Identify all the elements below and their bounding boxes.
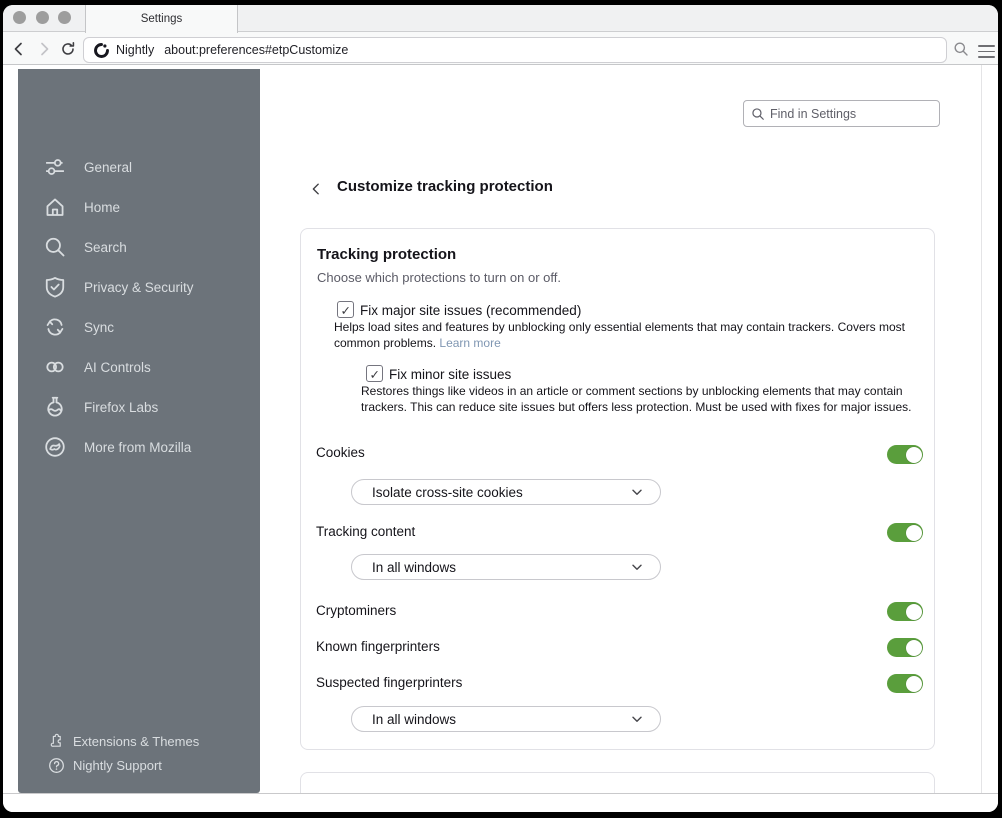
learn-more-link[interactable]: Learn more: [439, 336, 500, 350]
cookies-dropdown[interactable]: Isolate cross-site cookies: [351, 479, 661, 505]
cookies-dropdown-value: Isolate cross-site cookies: [372, 484, 523, 500]
identity-label: Nightly: [116, 43, 155, 57]
sidebar-item-firefox-labs[interactable]: Firefox Labs: [18, 387, 260, 427]
question-icon: [49, 757, 64, 773]
suspected-fingerprinters-dropdown[interactable]: In all windows: [351, 706, 661, 732]
zoom-window-button[interactable]: [58, 11, 71, 24]
url-bar[interactable]: Nightly about:preferences#etpCustomize: [83, 37, 947, 63]
known-fingerprinters-label: Known fingerprinters: [316, 639, 440, 654]
chevron-down-icon: [632, 564, 642, 570]
settings-page: General Home Search Privacy & Security S: [3, 65, 998, 812]
fix-minor-site-issues-checkbox[interactable]: [366, 365, 383, 382]
sidebar-item-label: More from Mozilla: [84, 439, 192, 455]
suspected-fingerprinters-label: Suspected fingerprinters: [316, 675, 463, 690]
next-section-card: [300, 772, 935, 793]
globe-icon: [45, 437, 65, 457]
known-fingerprinters-toggle[interactable]: [887, 638, 923, 657]
cryptominers-toggle[interactable]: [887, 602, 923, 621]
sidebar-item-privacy-security[interactable]: Privacy & Security: [18, 267, 260, 307]
page-title: Customize tracking protection: [337, 178, 553, 195]
tracking-protection-card: Tracking protection Choose which protect…: [300, 228, 935, 750]
sidebar-item-label: Home: [84, 199, 121, 215]
browser-window: Settings Nightly about:preferences#etpCu…: [3, 5, 998, 812]
fix-minor-description: Restores things like videos in an articl…: [361, 384, 912, 414]
sidebar-item-label: AI Controls: [84, 359, 151, 375]
sidebar-item-nightly-support[interactable]: Nightly Support: [18, 753, 260, 777]
tracking-content-dropdown-value: In all windows: [372, 559, 457, 575]
tracking-content-dropdown[interactable]: In all windows: [351, 554, 661, 580]
chevron-down-icon: [632, 489, 642, 495]
find-search-icon: [752, 107, 764, 120]
sidebar-item-label: Firefox Labs: [84, 399, 159, 415]
sidebar-item-label: Extensions & Themes: [73, 733, 200, 749]
sidebar-item-label: Privacy & Security: [84, 279, 194, 295]
card-heading: Tracking protection: [317, 246, 457, 263]
fix-major-description: Helps load sites and features by unblock…: [334, 320, 905, 350]
fix-major-site-issues-checkbox[interactable]: [337, 301, 354, 318]
card-subheading: Choose which protections to turn on or o…: [317, 270, 562, 285]
screenshot-root: Settings Nightly about:preferences#etpCu…: [0, 0, 1002, 818]
tracking-content-toggle[interactable]: [887, 523, 923, 542]
toolbar-search-icon[interactable]: [953, 41, 969, 57]
suspected-fingerprinters-toggle[interactable]: [887, 674, 923, 693]
tab-title: Settings: [140, 13, 183, 25]
settings-sidebar: General Home Search Privacy & Security S: [18, 69, 260, 793]
sidebar-item-more-from-mozilla[interactable]: More from Mozilla: [18, 427, 260, 467]
sidebar-item-label: Sync: [84, 319, 115, 335]
forward-icon[interactable]: [36, 41, 52, 57]
sidebar-item-sync[interactable]: Sync: [18, 307, 260, 347]
reload-icon[interactable]: [60, 41, 76, 57]
sidebar-item-label: General: [84, 159, 133, 175]
back-to-privacy-icon[interactable]: [309, 182, 323, 196]
find-in-settings-input[interactable]: [770, 106, 920, 121]
cookies-toggle[interactable]: [887, 445, 923, 464]
viewport-bottom-edge: [3, 793, 998, 794]
minimize-window-button[interactable]: [36, 11, 49, 24]
sidebar-item-ai-controls[interactable]: AI Controls: [18, 347, 260, 387]
loops-icon: [46, 361, 64, 373]
menu-hamburger-icon[interactable]: [978, 45, 995, 58]
cookies-label: Cookies: [316, 445, 365, 460]
tab-settings[interactable]: Settings: [85, 5, 238, 33]
fix-minor-site-issues-label: Fix minor site issues: [389, 367, 512, 382]
sidebar-item-home[interactable]: Home: [18, 187, 260, 227]
chevron-down-icon: [632, 716, 642, 722]
flask-icon: [47, 396, 63, 417]
sidebar-item-label: Nightly Support: [73, 757, 162, 773]
url-text: about:preferences#etpCustomize: [164, 43, 349, 57]
cryptominers-label: Cryptominers: [316, 603, 397, 618]
home-icon: [46, 198, 64, 216]
scrollbar-gutter-divider: [981, 65, 982, 793]
titlebar: Settings: [3, 5, 998, 33]
shield-check-icon: [45, 277, 65, 298]
back-icon[interactable]: [11, 41, 27, 57]
close-window-button[interactable]: [13, 11, 26, 24]
fix-major-site-issues-label: Fix major site issues (recommended): [360, 303, 582, 318]
sliders-icon: [46, 159, 64, 175]
sidebar-item-search[interactable]: Search: [18, 227, 260, 267]
find-in-settings-box[interactable]: [743, 100, 940, 127]
sidebar-item-extensions-themes[interactable]: Extensions & Themes: [18, 729, 260, 753]
search-icon: [45, 237, 65, 257]
sync-icon: [46, 318, 64, 336]
tracking-content-label: Tracking content: [316, 524, 416, 539]
nightly-logo-icon: [94, 42, 109, 58]
sidebar-item-general[interactable]: General: [18, 147, 260, 187]
suspected-fingerprinters-dropdown-value: In all windows: [372, 711, 457, 727]
sidebar-item-label: Search: [84, 239, 127, 255]
puzzle-icon: [50, 733, 61, 747]
